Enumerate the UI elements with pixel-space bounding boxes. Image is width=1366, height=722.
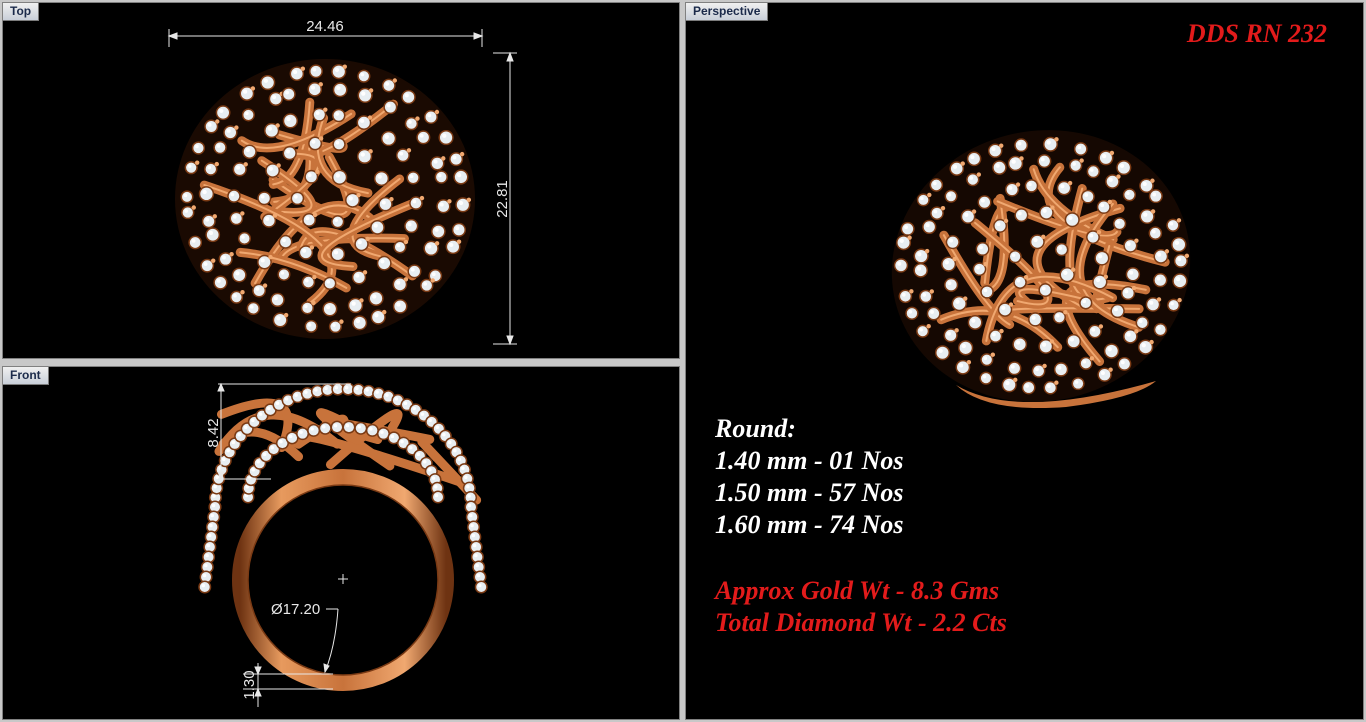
ring-perspective-render xyxy=(891,130,1191,409)
front-view-canvas: 8.42 Ø17.20 1.30 xyxy=(198,382,488,707)
gold-weight: Approx Gold Wt - 8.3 Gms xyxy=(715,576,1000,605)
viewport-top[interactable]: Top 24.46 22.81 xyxy=(2,2,680,359)
diamond-weight: Total Diamond Wt - 2.2 Cts xyxy=(715,608,1007,637)
dimension-diameter-label: Ø17.20 xyxy=(271,601,320,618)
stones-heading: Round: xyxy=(715,414,796,443)
ring-front-render xyxy=(198,382,488,691)
dimension-width-label: 24.46 xyxy=(306,18,344,35)
stone-line-3: 1.60 mm - 74 Nos xyxy=(715,510,904,539)
dimension-thickness-label: 1.30 xyxy=(241,670,258,699)
stone-line-1: 1.40 mm - 01 Nos xyxy=(715,446,904,475)
top-view-canvas: 24.46 22.81 xyxy=(167,18,517,346)
viewport-front[interactable]: Front 8.42 Ø17.20 1.30 xyxy=(2,366,680,720)
ring-top-render xyxy=(175,59,475,339)
dimension-front-height-label: 8.42 xyxy=(205,418,222,447)
dimension-diameter xyxy=(323,608,339,674)
dimension-height-label: 22.81 xyxy=(494,180,511,218)
viewport-perspective[interactable]: Perspective DDS RN 232 Round: 1.40 mm - … xyxy=(685,2,1364,720)
center-marker xyxy=(338,574,348,584)
stone-line-2: 1.50 mm - 57 Nos xyxy=(715,478,904,507)
